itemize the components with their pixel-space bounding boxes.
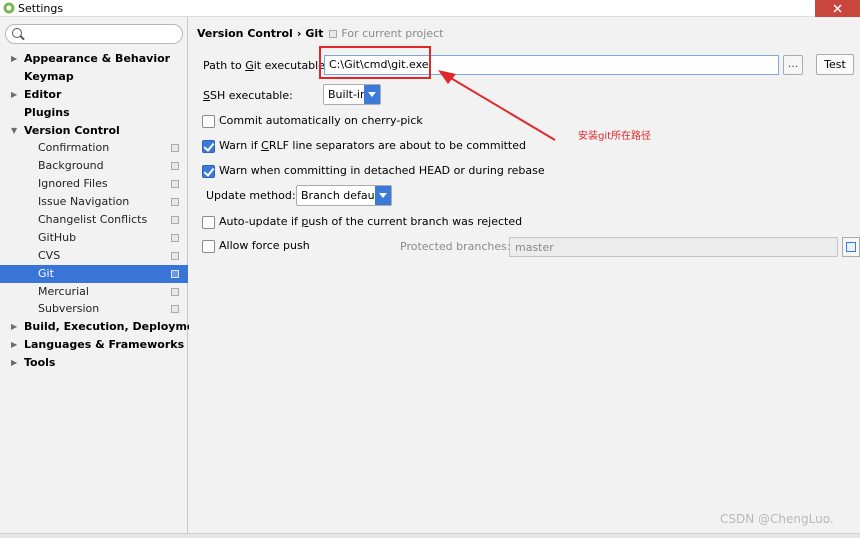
project-scope-icon: [171, 269, 179, 278]
detached-head-label: Warn when committing in detached HEAD or…: [219, 164, 545, 177]
sidebar-item-issue-navigation[interactable]: Issue Navigation: [0, 193, 188, 211]
sidebar-item-label: Plugins: [24, 105, 70, 119]
breadcrumb: Version Control › Git For current project: [197, 27, 443, 40]
protected-branches-label: Protected branches:: [400, 240, 511, 253]
protected-branches-field[interactable]: master: [509, 237, 838, 257]
git-path-label: Path to Git executable:: [203, 59, 329, 72]
sidebar-item-cvs[interactable]: CVS: [0, 247, 188, 265]
search-icon: [12, 28, 22, 38]
sidebar-item-keymap[interactable]: Keymap: [0, 68, 188, 86]
watermark: CSDN @ChengLuo.: [720, 512, 834, 526]
ssh-label: SSH executable:: [203, 89, 293, 102]
sidebar-item-mercurial[interactable]: Mercurial: [0, 283, 188, 301]
browse-button[interactable]: ...: [783, 55, 803, 75]
sidebar-item-languages-frameworks[interactable]: ▶ Languages & Frameworks: [0, 336, 188, 354]
sidebar-item-github[interactable]: GitHub: [0, 229, 188, 247]
project-scope-icon: [171, 198, 179, 207]
test-button[interactable]: Test: [816, 54, 854, 75]
sidebar-item-label: Issue Navigation: [38, 195, 130, 209]
sidebar-item-label: Editor: [24, 87, 62, 101]
update-method-select[interactable]: Branch default: [296, 185, 392, 206]
project-scope-icon: [171, 305, 179, 314]
sidebar-item-build-execution-deployment[interactable]: ▶ Build, Execution, Deployment: [0, 318, 207, 336]
collapsed-arrow-icon[interactable]: ▶: [11, 318, 21, 336]
cherry-pick-label: Commit automatically on cherry-pick: [219, 114, 423, 127]
sidebar-item-background[interactable]: Background: [0, 157, 188, 175]
project-scope-icon: [171, 162, 179, 171]
sidebar-item-label: Languages & Frameworks: [24, 338, 185, 352]
sidebar-item-ignored-files[interactable]: Ignored Files: [0, 175, 188, 193]
crlf-warning-checkbox[interactable]: [202, 140, 215, 153]
sidebar-item-appearance-behavior[interactable]: ▶ Appearance & Behavior: [0, 50, 188, 68]
collapsed-arrow-icon[interactable]: ▶: [11, 86, 21, 104]
title-bar: Settings: [0, 0, 860, 17]
annotation-text: 安装git所在路径: [578, 131, 652, 142]
sidebar-item-label: Appearance & Behavior: [24, 52, 171, 65]
annotation-highlight-box: [319, 46, 431, 79]
collapsed-arrow-icon[interactable]: ▶: [11, 354, 21, 372]
settings-tree: ▶ Appearance & Behavior Keymap ▶ Editor Plugi…: [0, 50, 207, 372]
sidebar-item-label: Build, Execution, Deployment: [24, 320, 208, 334]
sidebar-item-label: Keymap: [24, 69, 74, 83]
chevron-down-icon: [364, 85, 380, 104]
sidebar-item-confirmation[interactable]: Confirmation: [0, 139, 188, 157]
breadcrumb-separator: ›: [296, 27, 302, 40]
protected-branches-button[interactable]: [842, 237, 860, 257]
sidebar-item-changelist-conflicts[interactable]: Changelist Conflicts: [0, 211, 188, 229]
sidebar-item-label: Mercurial: [38, 284, 89, 298]
update-method-label: Update method:: [206, 189, 296, 202]
close-button[interactable]: [815, 0, 860, 17]
sidebar-item-git[interactable]: Git: [0, 264, 188, 283]
sidebar-item-label: CVS: [38, 248, 61, 262]
sidebar-item-label: Git: [38, 266, 54, 280]
sidebar-item-label: Background: [38, 159, 104, 173]
expanded-arrow-icon[interactable]: ▼: [11, 122, 21, 140]
project-scope-icon: [171, 216, 179, 225]
sidebar-item-plugins[interactable]: Plugins: [0, 104, 188, 122]
project-scope-icon: [171, 180, 179, 189]
window-title: Settings: [18, 2, 64, 15]
project-scope-icon: [171, 233, 179, 242]
sidebar-item-label: Subversion: [38, 302, 100, 316]
auto-update-label: Auto-update if push of the current branc…: [219, 215, 523, 228]
sidebar-item-label: Version Control: [24, 123, 120, 137]
force-push-label: Allow force push: [219, 239, 310, 252]
edit-list-icon: [846, 242, 856, 252]
sidebar-item-label: Confirmation: [38, 141, 110, 155]
sidebar-item-editor[interactable]: ▶ Editor: [0, 86, 188, 104]
chevron-down-icon: [375, 186, 391, 205]
ssh-executable-select[interactable]: Built-in: [323, 84, 381, 105]
sidebar-item-version-control[interactable]: ▼ Version Control: [0, 122, 188, 140]
close-icon: [833, 4, 842, 13]
collapsed-arrow-icon[interactable]: ▶: [11, 336, 21, 354]
collapsed-arrow-icon[interactable]: ▶: [11, 50, 21, 68]
search-input[interactable]: [5, 24, 183, 44]
force-push-checkbox[interactable]: [202, 240, 215, 253]
project-scope-icon: [171, 144, 179, 153]
auto-update-checkbox[interactable]: [202, 216, 215, 229]
project-scope-icon: [329, 30, 338, 38]
annotation-arrow: [438, 70, 556, 141]
cherry-pick-checkbox[interactable]: [202, 115, 215, 128]
sidebar-item-label: Tools: [24, 356, 56, 370]
sidebar-item-label: Changelist Conflicts: [38, 213, 148, 227]
sidebar-item-label: GitHub: [38, 230, 77, 244]
sidebar-item-label: Ignored Files: [38, 177, 108, 191]
settings-sidebar: ▶ Appearance & Behavior Keymap ▶ Editor Plugi…: [0, 17, 207, 533]
ssh-executable-value: Built-in: [328, 88, 367, 101]
update-method-value: Branch default: [301, 189, 383, 202]
sidebar-item-subversion[interactable]: Subversion: [0, 300, 188, 318]
sidebar-item-tools[interactable]: ▶ Tools: [0, 354, 188, 372]
breadcrumb-scope: For current project: [341, 27, 444, 40]
android-studio-icon: [3, 2, 15, 14]
window-bottom-edge: [0, 533, 860, 538]
breadcrumb-parent[interactable]: Version Control: [197, 27, 293, 40]
project-scope-icon: [171, 251, 179, 260]
detached-head-checkbox[interactable]: [202, 165, 215, 178]
project-scope-icon: [171, 287, 179, 296]
breadcrumb-current: Git: [305, 27, 324, 40]
